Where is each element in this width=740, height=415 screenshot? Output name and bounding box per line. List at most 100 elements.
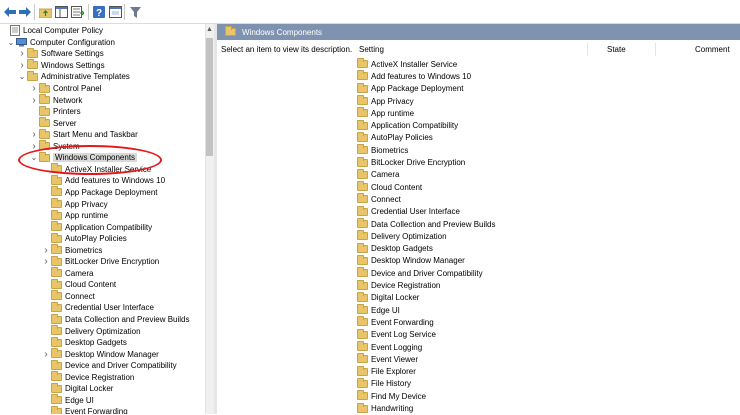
list-item[interactable]: Edge UI xyxy=(357,304,400,316)
tree-item[interactable]: App Package Deployment xyxy=(41,186,158,199)
tree-item[interactable]: Printers xyxy=(29,105,81,118)
list-item[interactable]: Credential User Interface xyxy=(357,205,460,218)
column-header-comment[interactable]: Comment xyxy=(695,45,730,54)
list-item[interactable]: App runtime xyxy=(357,107,414,119)
chevron-right-icon[interactable]: › xyxy=(29,129,39,140)
tree-item[interactable]: Server xyxy=(29,117,77,129)
list-item[interactable]: Application Compatibility xyxy=(357,119,459,132)
list-item[interactable]: Device Registration xyxy=(357,279,440,291)
tree-item[interactable]: Add features to Windows 10 xyxy=(41,174,165,187)
tree-item[interactable]: Edge UI xyxy=(41,394,94,407)
column-divider[interactable] xyxy=(587,43,588,56)
tree-item[interactable]: Device and Driver Compatibility xyxy=(41,359,177,372)
tree-item[interactable]: Application Compatibility xyxy=(41,221,152,233)
tree-item[interactable]: Credential User Interface xyxy=(41,301,154,314)
column-header-state[interactable]: State xyxy=(607,45,626,54)
list-item[interactable]: App Privacy xyxy=(357,95,414,107)
list-item[interactable]: Event Viewer xyxy=(357,353,418,365)
list-item-label: Application Compatibility xyxy=(371,121,459,131)
tree-item[interactable]: App runtime xyxy=(41,209,108,222)
tree-item[interactable]: › Control Panel xyxy=(29,82,101,95)
column-divider[interactable] xyxy=(655,43,656,56)
list-item-label: App Package Deployment xyxy=(371,84,464,94)
tree-item[interactable]: Device Registration xyxy=(41,371,134,384)
list-item[interactable]: Event Logging xyxy=(357,341,422,353)
chevron-right-icon[interactable]: › xyxy=(17,60,27,71)
list-item[interactable]: AutoPlay Policies xyxy=(357,131,433,144)
tree-item[interactable]: ActiveX Installer Service xyxy=(41,163,151,176)
tree-item[interactable]: › Software Settings xyxy=(17,47,104,60)
list-item[interactable]: Add features to Windows 10 xyxy=(357,70,471,82)
chevron-right-icon[interactable]: › xyxy=(41,349,51,360)
export-list-icon[interactable] xyxy=(70,5,84,19)
tree-item[interactable]: › Biometrics xyxy=(41,244,102,256)
list-item[interactable]: App Package Deployment xyxy=(357,82,464,95)
chevron-right-icon[interactable]: › xyxy=(41,256,51,267)
list-item[interactable]: Cloud Content xyxy=(357,181,422,193)
up-folder-icon[interactable] xyxy=(38,5,52,19)
show-hide-tree-icon[interactable] xyxy=(54,5,68,19)
chevron-down-icon[interactable]: ⌄ xyxy=(29,153,39,163)
tree-item[interactable]: › Windows Settings xyxy=(17,59,105,72)
tree-item[interactable]: Event Forwarding xyxy=(41,405,128,414)
tree-item[interactable]: Data Collection and Preview Builds xyxy=(41,313,190,326)
chevron-right-icon[interactable]: › xyxy=(41,245,51,256)
tree-item[interactable]: Local Computer Policy xyxy=(0,25,103,37)
list-item[interactable]: Handwriting xyxy=(357,402,413,414)
tree-item[interactable]: › Network xyxy=(29,94,82,106)
list-item[interactable]: BitLocker Drive Encryption xyxy=(357,156,465,168)
tree-scroll-thumb[interactable] xyxy=(206,38,213,156)
chevron-right-icon[interactable]: › xyxy=(29,141,39,152)
tree-item[interactable]: › Desktop Window Manager xyxy=(41,348,159,360)
tree-item[interactable]: › Start Menu and Taskbar xyxy=(29,128,138,141)
scroll-up-arrow-icon[interactable]: ▲ xyxy=(206,25,213,35)
list-item[interactable]: Digital Locker xyxy=(357,291,419,304)
list-item[interactable]: Connect xyxy=(357,193,401,205)
tree-item[interactable]: ⌄ Windows Components xyxy=(29,151,138,164)
list-item[interactable]: File Explorer xyxy=(357,365,416,378)
list-item[interactable]: ActiveX Installer Service xyxy=(357,58,457,70)
tree-item[interactable]: Digital Locker xyxy=(41,382,113,395)
list-item-label: Credential User Interface xyxy=(371,207,460,217)
tree-item[interactable]: AutoPlay Policies xyxy=(41,232,127,245)
tree-item[interactable]: ⌄ Computer Configuration xyxy=(6,37,115,49)
list-item[interactable]: Event Forwarding xyxy=(357,316,434,328)
list-item[interactable]: Desktop Window Manager xyxy=(357,254,465,267)
tree-item[interactable]: ⌄ Administrative Templates xyxy=(17,70,130,83)
forward-arrow-icon[interactable] xyxy=(18,5,32,19)
tree-item[interactable]: Cloud Content xyxy=(41,278,116,291)
chevron-right-icon[interactable]: › xyxy=(17,48,27,59)
tree-item[interactable]: Connect xyxy=(41,290,95,303)
properties-icon[interactable] xyxy=(108,5,122,19)
list-item[interactable]: Find My Device xyxy=(357,390,426,402)
chevron-down-icon[interactable]: ⌄ xyxy=(6,37,16,47)
filter-icon[interactable] xyxy=(128,5,142,19)
list-item[interactable]: Event Log Service xyxy=(357,328,436,341)
tree-item[interactable]: Camera xyxy=(41,267,93,280)
folder-icon xyxy=(51,313,62,324)
list-item[interactable]: Camera xyxy=(357,168,399,181)
chevron-right-icon[interactable]: › xyxy=(29,95,39,106)
chevron-down-icon[interactable]: ⌄ xyxy=(17,72,27,82)
list-item[interactable]: Delivery Optimization xyxy=(357,230,447,242)
list-item[interactable]: File History xyxy=(357,377,412,390)
list-item[interactable]: Biometrics xyxy=(357,144,408,156)
tree-item[interactable]: App Privacy xyxy=(41,198,108,210)
folder-icon xyxy=(357,341,368,352)
list-item[interactable]: Desktop Gadgets xyxy=(357,242,433,255)
tree-item[interactable]: › BitLocker Drive Encryption xyxy=(41,255,159,268)
folder-icon xyxy=(51,325,62,336)
help-icon[interactable]: ? xyxy=(92,5,106,19)
tree-item[interactable]: Delivery Optimization xyxy=(41,325,141,337)
list-item[interactable]: Device and Driver Compatibility xyxy=(357,267,483,279)
column-header-setting[interactable]: Setting xyxy=(359,45,384,54)
tree-item-label: Delivery Optimization xyxy=(65,326,141,336)
chevron-right-icon[interactable]: › xyxy=(29,83,39,94)
list-item-label: File History xyxy=(371,379,412,389)
list-item[interactable]: Data Collection and Preview Builds xyxy=(357,218,496,230)
back-arrow-icon[interactable] xyxy=(3,5,17,19)
tree-item[interactable]: › System xyxy=(29,140,80,153)
tree-item[interactable]: Desktop Gadgets xyxy=(41,336,127,349)
